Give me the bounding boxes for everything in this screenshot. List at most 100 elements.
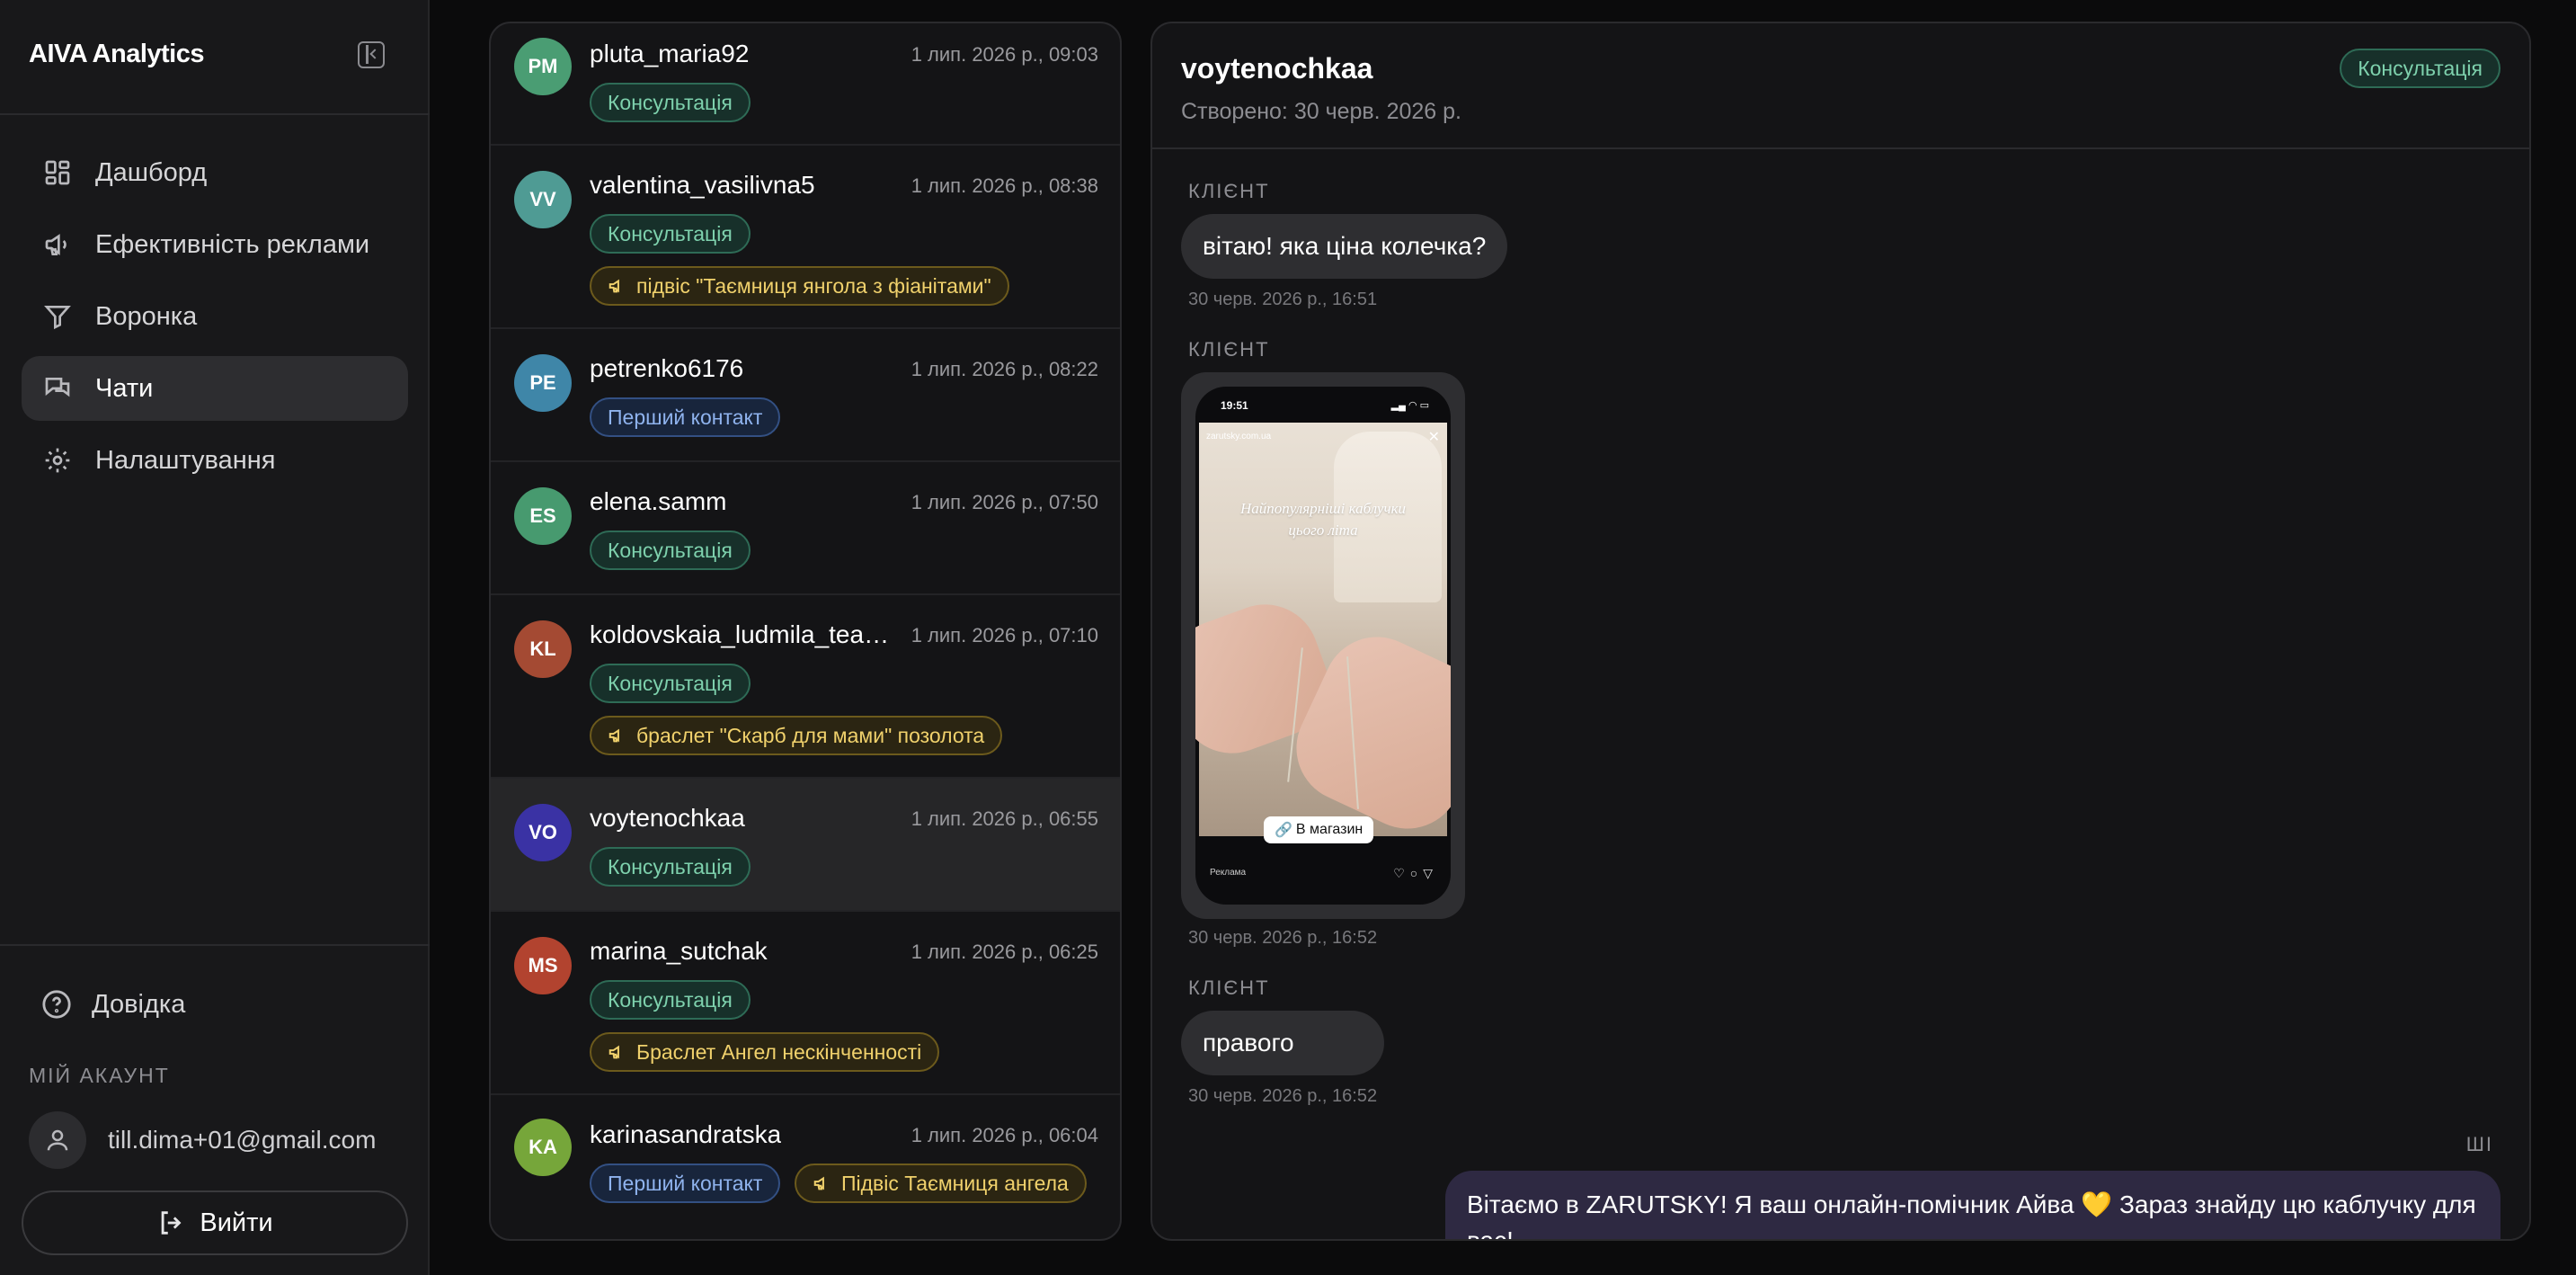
chat-timestamp: 1 лип. 2026 р., 06:04 — [910, 1124, 1098, 1146]
message-role-label: КЛІЄНТ — [1188, 180, 1270, 202]
avatar: PM — [514, 38, 572, 95]
chat-icon — [43, 374, 72, 403]
chat-list-item[interactable]: MS marina_sutchak 1 лип. 2026 р., 06:25 … — [491, 912, 1120, 1095]
chat-username: elena.samm — [590, 487, 727, 515]
sidebar: AIVA Analytics Дашборд Ефективність рекл… — [0, 0, 430, 1275]
dashboard-icon — [43, 158, 72, 187]
ad-product-badge: Підвіс Таємниця ангела — [795, 1164, 1087, 1203]
chat-list-item[interactable]: PE petrenko6176 1 лип. 2026 р., 08:22 Пе… — [491, 329, 1120, 462]
shop-link-button: 🔗 В магазин — [1264, 816, 1374, 843]
status-badge: Консультація — [590, 214, 751, 254]
account-row[interactable]: till.dima+01@gmail.com — [29, 1111, 376, 1169]
sidebar-nav: Дашборд Ефективність реклами Воронка Чат… — [22, 140, 408, 500]
conversation-title: voytenochkaa — [1181, 52, 1373, 85]
sidebar-item-settings[interactable]: Налаштування — [22, 428, 408, 493]
funnel-icon — [43, 302, 72, 331]
chat-list-item[interactable]: PM pluta_maria92 1 лип. 2026 р., 09:03 К… — [491, 23, 1120, 146]
help-label: Довідка — [92, 989, 186, 1019]
status-badge: Консультація — [590, 664, 751, 703]
message-timestamp: 30 черв. 2026 р., 16:51 — [1188, 290, 1378, 309]
chat-timestamp: 1 лип. 2026 р., 09:03 — [910, 43, 1098, 66]
message-role-label: КЛІЄНТ — [1188, 338, 1270, 361]
sidebar-item-chats[interactable]: Чати — [22, 356, 408, 421]
conversation-created-date: Створено: 30 черв. 2026 р. — [1181, 99, 1461, 124]
status-badge: Перший контакт — [590, 397, 781, 437]
chat-username: petrenko6176 — [590, 354, 744, 382]
chat-timestamp: 1 лип. 2026 р., 06:25 — [910, 941, 1098, 963]
chat-timestamp: 1 лип. 2026 р., 07:10 — [910, 624, 1098, 646]
avatar: ES — [514, 487, 572, 545]
avatar: MS — [514, 937, 572, 994]
conversation-panel: voytenochkaa Створено: 30 черв. 2026 р. … — [1150, 22, 2531, 1241]
chat-list-item[interactable]: ES elena.samm 1 лип. 2026 р., 07:50 Конс… — [491, 462, 1120, 595]
ad-product-badge: підвіс "Таємниця янгола з фіанітами" — [590, 266, 1009, 306]
story-photo: zarutsky.com.ua ✕ Найпопулярніші каблучк… — [1195, 423, 1451, 847]
chat-username: marina_sutchak — [590, 937, 768, 965]
avatar: KL — [514, 620, 572, 678]
close-icon: ✕ — [1427, 430, 1440, 445]
story-caption-line: цього літа — [1288, 522, 1358, 539]
logout-icon — [162, 1211, 182, 1235]
sidebar-item-label: Чати — [95, 373, 154, 403]
sidebar-divider — [0, 944, 430, 946]
account-email: till.dima+01@gmail.com — [108, 1126, 377, 1154]
client-message-bubble: вітаю! яка ціна колечка? — [1181, 214, 1508, 279]
sidebar-item-funnel[interactable]: Воронка — [22, 284, 408, 349]
client-message-bubble: правого — [1181, 1011, 1384, 1075]
help-link[interactable]: Довідка — [41, 989, 185, 1020]
chat-timestamp: 1 лип. 2026 р., 08:22 — [910, 358, 1098, 380]
account-section-label: МІЙ АКАУНТ — [29, 1064, 170, 1087]
chat-username: valentina_vasilivna5 — [590, 171, 815, 199]
sidebar-item-ad-efficiency[interactable]: Ефективність реклами — [22, 212, 408, 277]
status-badge: Консультація — [590, 83, 751, 122]
gear-icon — [43, 446, 72, 475]
ad-product-label: Браслет Ангел нескінченності — [636, 1039, 922, 1064]
chat-username: voytenochkaa — [590, 804, 745, 832]
chat-username: koldovskaia_ludmila_teac... — [590, 620, 895, 648]
sidebar-item-label: Налаштування — [95, 445, 276, 475]
megaphone-icon — [813, 1176, 824, 1190]
sidebar-item-label: Воронка — [95, 301, 198, 331]
megaphone-icon — [608, 1045, 619, 1059]
chat-list-item[interactable]: VV valentina_vasilivna5 1 лип. 2026 р., … — [491, 146, 1120, 329]
ad-product-label: підвіс "Таємниця янгола з фіанітами" — [636, 273, 991, 298]
link-icon: 🔗 — [1275, 823, 1292, 838]
logout-button[interactable]: Вийти — [22, 1190, 408, 1255]
story-action-icons: ♡○▽ — [1393, 866, 1438, 880]
message-timestamp: 30 черв. 2026 р., 16:52 — [1188, 928, 1378, 948]
header-divider — [1152, 147, 2529, 149]
sidebar-item-label: Дашборд — [95, 157, 208, 187]
message-role-label: КЛІЄНТ — [1188, 976, 1270, 999]
help-icon — [42, 990, 71, 1019]
story-screenshot-image: 19:51 ▂▄ ◠ ▭ zarutsky.com.ua ✕ Найпопуля… — [1195, 387, 1451, 905]
sidebar-collapse-icon[interactable] — [358, 41, 385, 68]
message-role-label: ШІ — [2465, 1133, 2493, 1155]
megaphone-icon — [608, 728, 619, 743]
chat-list: PM pluta_maria92 1 лип. 2026 р., 09:03 К… — [489, 22, 1122, 1241]
sidebar-item-label: Ефективність реклами — [95, 229, 370, 259]
chat-list-item[interactable]: KA karinasandratska 1 лип. 2026 р., 06:0… — [491, 1095, 1120, 1239]
ad-product-label: браслет "Скарб для мами" позолота — [636, 723, 985, 747]
status-badge: Консультація — [590, 531, 751, 570]
story-account: zarutsky.com.ua — [1206, 432, 1272, 441]
ad-label: Реклама — [1210, 868, 1247, 878]
user-icon — [47, 1129, 68, 1151]
megaphone-icon — [43, 230, 72, 259]
chat-timestamp: 1 лип. 2026 р., 08:38 — [910, 174, 1098, 197]
chat-username: karinasandratska — [590, 1120, 782, 1148]
chat-list-item-selected[interactable]: VO voytenochkaa 1 лип. 2026 р., 06:55 Ко… — [491, 779, 1120, 912]
status-badge: Перший контакт — [590, 1164, 781, 1203]
avatar: KA — [514, 1119, 572, 1176]
avatar: VV — [514, 171, 572, 228]
ad-product-badge: браслет "Скарб для мами" позолота — [590, 716, 1003, 755]
avatar — [29, 1111, 86, 1169]
bot-message-bubble: Вітаємо в ZARUTSKY! Я ваш онлайн-помічни… — [1445, 1171, 2500, 1239]
shop-link-label: В магазин — [1295, 822, 1364, 837]
chat-timestamp: 1 лип. 2026 р., 06:55 — [910, 807, 1098, 830]
client-image-message[interactable]: 19:51 ▂▄ ◠ ▭ zarutsky.com.ua ✕ Найпопуля… — [1181, 372, 1465, 919]
megaphone-icon — [608, 279, 619, 293]
sidebar-item-dashboard[interactable]: Дашборд — [22, 140, 408, 205]
chat-timestamp: 1 лип. 2026 р., 07:50 — [910, 491, 1098, 513]
avatar: VO — [514, 804, 572, 861]
chat-list-item[interactable]: KL koldovskaia_ludmila_teac... 1 лип. 20… — [491, 595, 1120, 779]
